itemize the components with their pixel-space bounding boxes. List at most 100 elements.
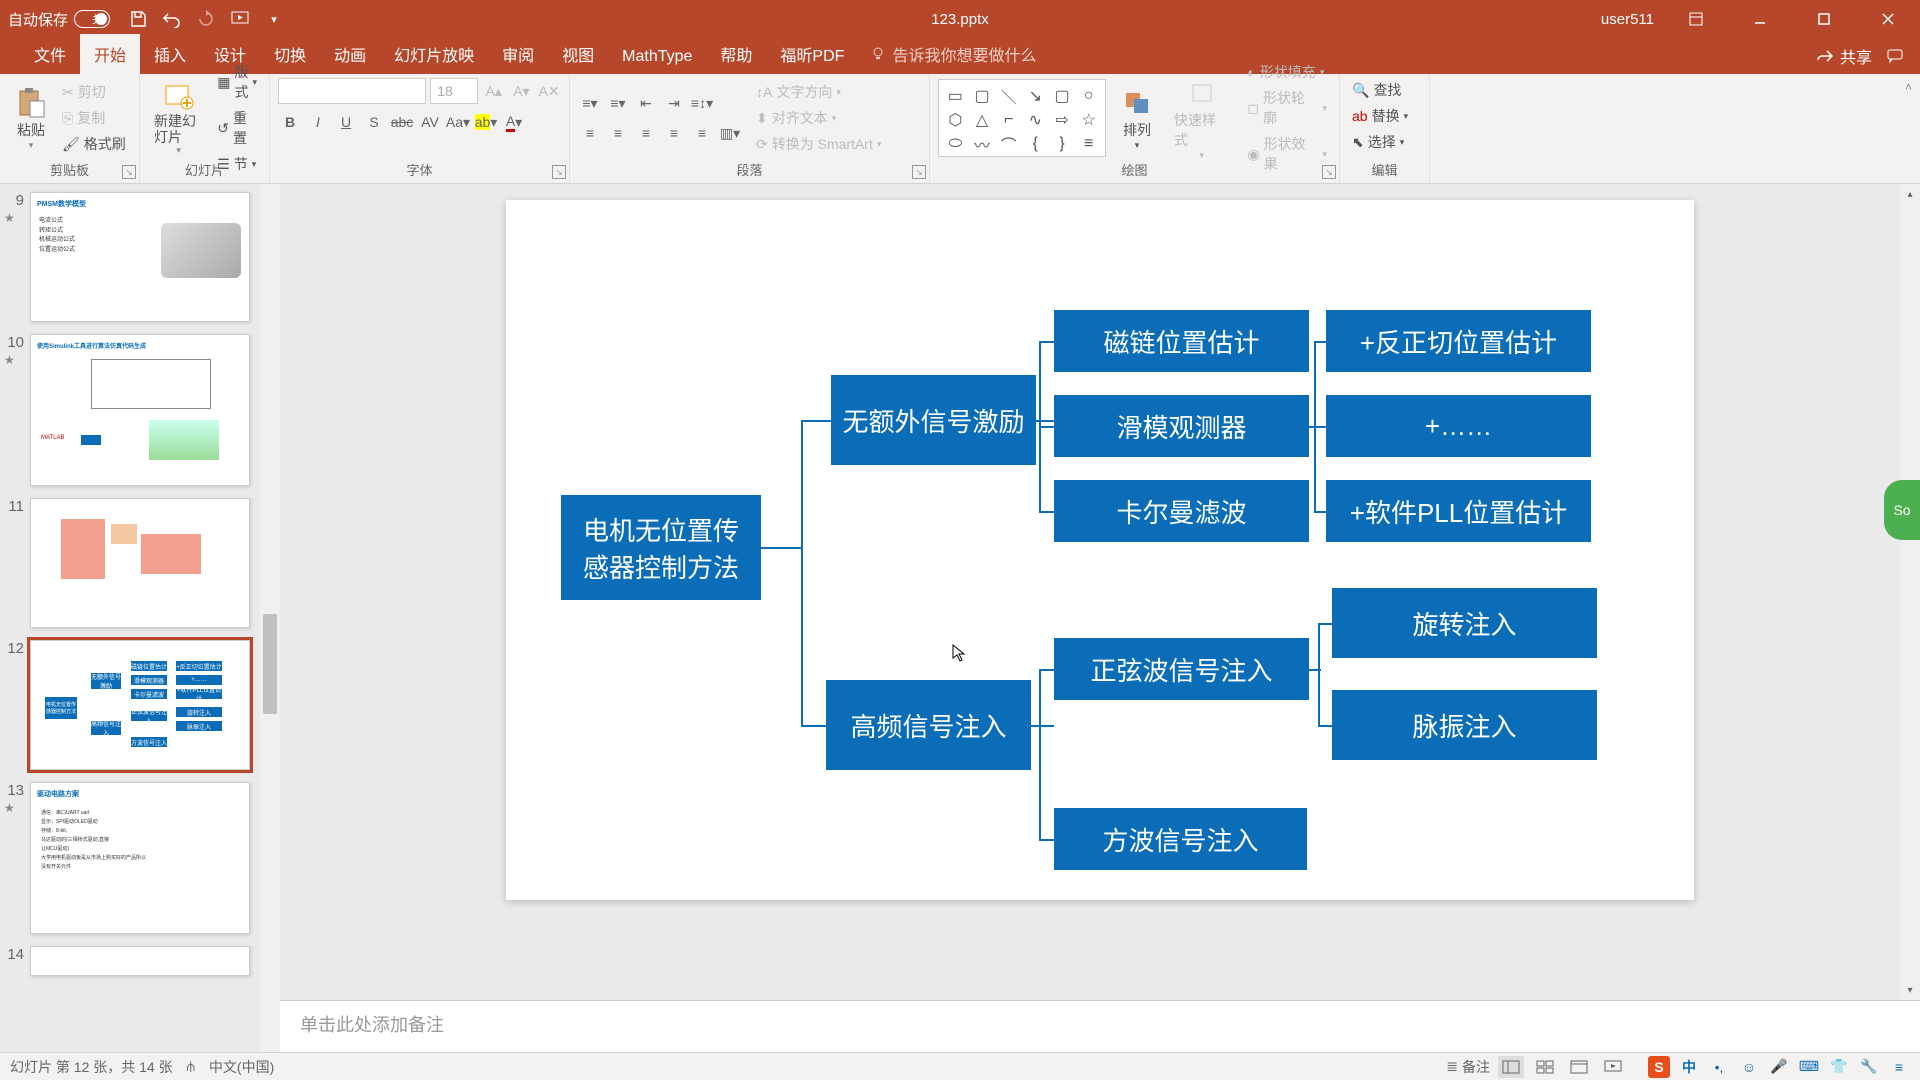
- tab-insert[interactable]: 插入: [140, 34, 200, 74]
- indent-right-button[interactable]: ⇥: [662, 91, 686, 115]
- tab-animations[interactable]: 动画: [320, 34, 380, 74]
- notes-toggle[interactable]: ≣备注: [1446, 1057, 1490, 1077]
- tab-view[interactable]: 视图: [548, 34, 608, 74]
- diagram-c2[interactable]: 滑模观测器: [1054, 395, 1309, 457]
- line-spacing-button[interactable]: ≡↕▾: [690, 91, 714, 115]
- normal-view-button[interactable]: [1498, 1056, 1524, 1078]
- justify-button[interactable]: ≡: [662, 121, 686, 145]
- shape-tri-icon[interactable]: △: [970, 110, 995, 130]
- slide-thumb-11[interactable]: 11: [4, 498, 270, 628]
- shape-rect-icon[interactable]: ▭: [943, 84, 968, 108]
- shape-elbow-icon[interactable]: ⌐: [996, 110, 1021, 130]
- text-direction-button[interactable]: ↕A文字方向▾: [752, 80, 885, 104]
- decrease-font-icon[interactable]: A▾: [510, 79, 534, 103]
- share-button[interactable]: 共享: [1816, 44, 1872, 68]
- font-color-button[interactable]: A▾: [502, 110, 526, 134]
- find-button[interactable]: 🔍查找: [1348, 78, 1421, 102]
- arrange-button[interactable]: 排列▾: [1114, 82, 1160, 155]
- thumbs-scrollbar[interactable]: [260, 184, 280, 1052]
- increase-font-icon[interactable]: A▴: [482, 79, 506, 103]
- slide-thumb-9[interactable]: 9★ PMSM数学模型 电流公式转矩公式机械运动公式位置运动公式: [4, 192, 270, 322]
- slide-counter[interactable]: 幻灯片 第 12 张，共 14 张: [10, 1057, 173, 1077]
- shapes-more-icon[interactable]: ≡: [1076, 132, 1101, 156]
- shape-arrow-icon[interactable]: ↘: [1023, 84, 1048, 108]
- bold-button[interactable]: B: [278, 110, 302, 134]
- shape-hex-icon[interactable]: ⬡: [943, 110, 968, 130]
- ime-icon[interactable]: S: [1648, 1056, 1670, 1078]
- ime-punct-icon[interactable]: •,: [1708, 1056, 1730, 1078]
- slide-thumb-10[interactable]: 10★ 使用Simulink工具进行算法仿真代码生成 MATLAB: [4, 334, 270, 486]
- shape-callout-icon[interactable]: ⬭: [943, 132, 968, 156]
- slide-thumb-12[interactable]: 12 电机无位置传感器控制方法 无额外信号激励 高频信号注入 磁链位置估计 滑模…: [4, 640, 270, 770]
- shape-line-icon[interactable]: ＼: [996, 84, 1021, 108]
- slideshow-view-button[interactable]: [1600, 1056, 1626, 1078]
- diagram-d1[interactable]: +反正切位置估计: [1326, 310, 1591, 372]
- ime-skin-icon[interactable]: 👕: [1828, 1056, 1850, 1078]
- diagram-c3[interactable]: 卡尔曼滤波: [1054, 480, 1309, 542]
- shadow-button[interactable]: S: [362, 110, 386, 134]
- bullets-button[interactable]: ≡▾: [578, 91, 602, 115]
- notes-pane[interactable]: 单击此处添加备注: [280, 1000, 1920, 1052]
- tab-transitions[interactable]: 切换: [260, 34, 320, 74]
- floating-assist-button[interactable]: So: [1884, 480, 1920, 540]
- quickstyle-button[interactable]: 快速样式▾: [1168, 72, 1235, 165]
- save-icon[interactable]: [128, 9, 148, 29]
- diagram-d3[interactable]: +软件PLL位置估计: [1326, 480, 1591, 542]
- indent-left-button[interactable]: ⇤: [634, 91, 658, 115]
- redo-icon[interactable]: [196, 9, 216, 29]
- language-status[interactable]: 中文(中国): [209, 1057, 274, 1077]
- smartart-button[interactable]: ⟳转换为 SmartArt▾: [752, 132, 885, 156]
- shape-rarrow-icon[interactable]: ⇨: [1050, 110, 1075, 130]
- diagram-d2[interactable]: +……: [1326, 395, 1591, 457]
- undo-icon[interactable]: [162, 9, 182, 29]
- scroll-up-icon[interactable]: ▴: [1900, 184, 1920, 204]
- tell-me-search[interactable]: 告诉我你想要做什么: [858, 34, 1048, 74]
- tab-review[interactable]: 审阅: [488, 34, 548, 74]
- shape-brace-r-icon[interactable]: }: [1050, 132, 1075, 156]
- dialog-launcher-icon[interactable]: ↘: [122, 165, 136, 179]
- copy-button[interactable]: ⎘复制: [58, 106, 130, 130]
- tab-help[interactable]: 帮助: [706, 34, 766, 74]
- slideshow-start-icon[interactable]: [230, 9, 250, 29]
- shape-arc-icon[interactable]: ⌒: [996, 132, 1021, 156]
- slide-thumb-14[interactable]: 14: [4, 946, 270, 976]
- reading-view-button[interactable]: [1566, 1056, 1592, 1078]
- tab-slideshow[interactable]: 幻灯片放映: [380, 34, 488, 74]
- diagram-c1[interactable]: 磁链位置估计: [1054, 310, 1309, 372]
- shape-fill-button[interactable]: ◐形状填充▾: [1243, 60, 1331, 84]
- underline-button[interactable]: U: [334, 110, 358, 134]
- shape-text-icon[interactable]: ▢: [970, 84, 995, 108]
- ime-lang-button[interactable]: 中: [1678, 1056, 1700, 1078]
- minimize-button[interactable]: [1738, 4, 1782, 34]
- dialog-launcher-icon[interactable]: ↘: [552, 165, 566, 179]
- italic-button[interactable]: I: [306, 110, 330, 134]
- diagram-root[interactable]: 电机无位置传感器控制方法: [561, 495, 761, 600]
- shape-outline-button[interactable]: ◻形状轮廓▾: [1243, 86, 1331, 130]
- align-center-button[interactable]: ≡: [606, 121, 630, 145]
- diagram-d5[interactable]: 脉振注入: [1332, 690, 1597, 760]
- highlight-button[interactable]: ab▾: [474, 110, 498, 134]
- shape-brace-l-icon[interactable]: {: [1023, 132, 1048, 156]
- format-painter-button[interactable]: 🖌格式刷: [58, 132, 130, 156]
- shape-curve-icon[interactable]: ∿: [1023, 110, 1048, 130]
- diagram-b2[interactable]: 高频信号注入: [826, 680, 1031, 770]
- cut-button[interactable]: ✂剪切: [58, 80, 130, 104]
- tab-file[interactable]: 文件: [20, 34, 80, 74]
- tab-mathtype[interactable]: MathType: [608, 40, 706, 74]
- font-size-combo[interactable]: 18: [430, 78, 478, 104]
- shape-star-icon[interactable]: ☆: [1076, 110, 1101, 130]
- numbering-button[interactable]: ≡▾: [606, 91, 630, 115]
- slide-canvas[interactable]: 电机无位置传感器控制方法 无额外信号激励 高频信号注入 磁链位置估计 滑模观测器…: [506, 200, 1694, 900]
- ime-keyboard-icon[interactable]: ⌨: [1798, 1056, 1820, 1078]
- dialog-launcher-icon[interactable]: ↘: [912, 165, 926, 179]
- diagram-c5[interactable]: 方波信号注入: [1054, 808, 1307, 870]
- spellcheck-icon[interactable]: ⫛: [187, 1058, 195, 1075]
- ime-tool-icon[interactable]: 🔧: [1858, 1056, 1880, 1078]
- select-button[interactable]: ⬉选择▾: [1348, 130, 1421, 154]
- autosave-toggle[interactable]: 自动保存 关: [8, 9, 110, 30]
- qat-more-icon[interactable]: ▾: [264, 9, 284, 29]
- ime-mic-icon[interactable]: 🎤: [1768, 1056, 1790, 1078]
- diagram-b1[interactable]: 无额外信号激励: [831, 375, 1036, 465]
- maximize-button[interactable]: [1802, 4, 1846, 34]
- shapes-gallery[interactable]: ▭ ▢ ＼ ↘ ▢ ○ ⬡ △ ⌐ ∿ ⇨ ☆ ⬭ 〰 ⌒ { } ≡: [938, 79, 1106, 157]
